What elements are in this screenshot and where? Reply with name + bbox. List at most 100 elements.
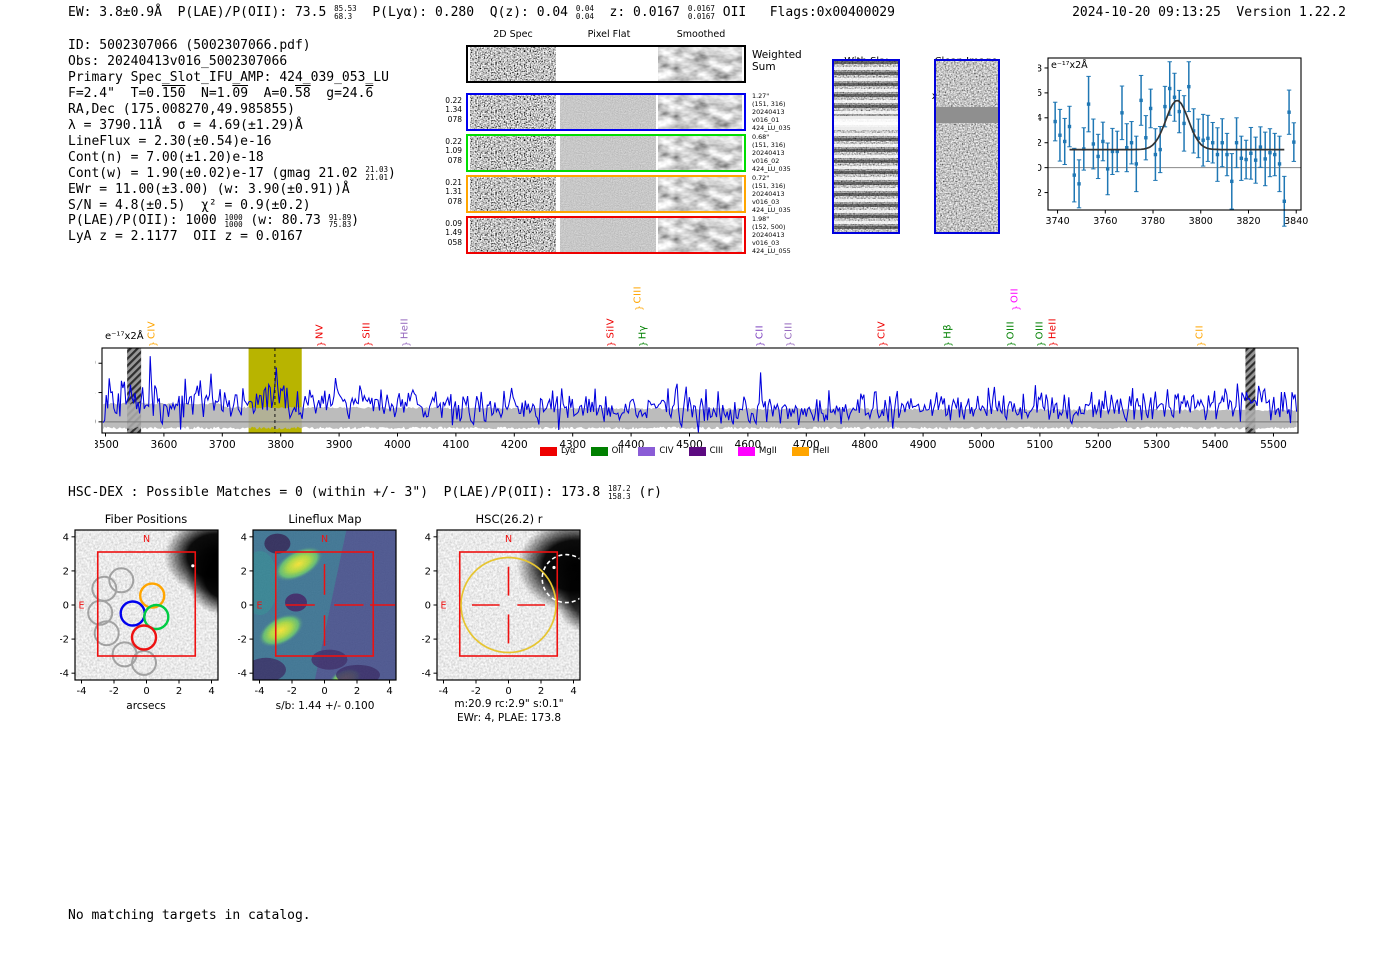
weighted-sum-label: Weighted Sum xyxy=(752,49,802,73)
text-segment: ) xyxy=(351,213,360,229)
data-point xyxy=(1096,154,1100,159)
text-segment: (r) xyxy=(630,485,662,500)
spec2d-row-right-labels: 1.98" (152, 500) 20240413 v016_03 424_LU_055 xyxy=(752,215,791,255)
cutout-smoothed-image xyxy=(658,218,742,252)
info-line: ID: 5002307066 (5002307066.pdf) xyxy=(68,38,396,54)
data-point xyxy=(1215,152,1220,157)
sky-bright-band xyxy=(834,116,898,130)
clean-masked-band xyxy=(936,107,998,123)
stacked-fraction: 85.53 68.3 xyxy=(334,4,357,21)
tick-label: 4000 xyxy=(384,439,411,451)
tick-label: 2 xyxy=(354,686,360,697)
plot-y-units: e⁻¹⁷x2Å xyxy=(1051,59,1088,71)
tick-label: 0 xyxy=(1038,163,1042,174)
data-point xyxy=(1187,84,1191,89)
tick-label: -2 xyxy=(238,635,247,646)
spec2d-row xyxy=(466,175,746,213)
tick-label: -4 xyxy=(238,669,247,680)
cutout-2dspec-image xyxy=(470,136,556,170)
tick-label: 2 xyxy=(241,566,247,577)
white-dot xyxy=(191,564,195,568)
spec2d-right-labels: 1.27" (151, 316) 20240413 v016_01 424_LU_035… xyxy=(752,92,798,263)
lineflux-map-title: Lineflux Map xyxy=(288,512,362,526)
tick-label: -2 xyxy=(60,635,69,646)
tick-label: 8 xyxy=(1038,63,1042,74)
legend-item: CIV xyxy=(638,446,674,456)
tick-label: 4 xyxy=(425,532,431,543)
text-segment: Cont(w) = 1.90(±0.02)e-17 (gmag 21.02 xyxy=(68,165,366,181)
fiber-xlabel: arcsecs xyxy=(126,700,166,712)
info-line: EWr = 11.00(±3.00) (w: 3.90(±0.91))Å xyxy=(68,182,396,198)
tick-label: 3700 xyxy=(209,439,236,451)
data-point xyxy=(1172,95,1177,99)
data-point xyxy=(1153,152,1158,157)
stacked-fraction: 1000 1000 xyxy=(224,212,243,230)
tick-label: 5300 xyxy=(1143,439,1170,451)
tick-label: 2 xyxy=(1038,138,1042,149)
stacked-fraction: 187.2 158.3 xyxy=(608,484,631,501)
data-point xyxy=(1168,86,1172,91)
stacked-fraction: 91.89 75.83 xyxy=(328,212,352,230)
report-header: EW: 3.8±0.9Å P(LAE)/P(OII): 73.5 85.53 68… xyxy=(68,5,895,21)
info-line: LineFlux = 2.30(±0.54)e-16 xyxy=(68,134,396,150)
data-point xyxy=(1287,110,1291,114)
info-block: ID: 5002307066 (5002307066.pdf) Obs: 2024… xyxy=(68,38,396,245)
hsc-image-title: HSC(26.2) r xyxy=(475,512,543,526)
legend-item: Lyα xyxy=(540,446,576,456)
info-line: P(LAE)/P(OII): 1000 1000 1000 (w: 80.73 9… xyxy=(68,213,396,229)
clean-image-panel xyxy=(934,59,1000,234)
north-label: N xyxy=(143,534,150,545)
tick-label: 2 xyxy=(176,686,182,697)
stacked-fraction: 21.03 21.01 xyxy=(365,165,388,182)
data-point xyxy=(1120,111,1124,115)
text-segment: A=0. xyxy=(248,85,295,101)
data-point xyxy=(1210,141,1215,145)
spec2d-row-right-labels: 0.72" (151, 316) 20240413 v016_03 424_LU_035 xyxy=(752,174,791,214)
tick-label: -2 xyxy=(422,635,431,646)
text-segment: P(LAE)/P(OII): 1000 xyxy=(68,213,225,229)
tick-label: 3800 xyxy=(1189,216,1213,227)
east-label: E xyxy=(257,601,263,612)
text-segment: HSC-DEX : Possible Matches = 0 (within +… xyxy=(68,485,609,500)
info-line: λ = 3790.11Å σ = 4.69(±1.29)Å xyxy=(68,118,396,134)
data-point xyxy=(1220,141,1224,145)
spec2d-row-right-labels: 0.68" (151, 316) 20240413 v016_02 424_LU_035 xyxy=(752,133,791,173)
footer-note: No matching targets in catalog. Row inte… xyxy=(68,907,311,923)
cutout-smoothed-image xyxy=(658,136,742,170)
tick-label: -2 xyxy=(471,686,481,697)
data-point xyxy=(1273,152,1277,157)
data-point xyxy=(1077,182,1081,186)
tick-label: 3740 xyxy=(1045,216,1069,227)
cutout-pixelflat-image xyxy=(560,136,656,170)
tick-label: 3760 xyxy=(1093,216,1117,227)
tick-label: -2 xyxy=(109,686,119,697)
tick-label: 2 xyxy=(425,566,431,577)
tick-label: 4 xyxy=(386,686,392,697)
spec2d-left-labels: 0.22 1.34 078 0.22 1.09 078 0.21 1.31 078 0.09 1.4… xyxy=(434,93,462,258)
text-segment: S/N = 4.8(±0.5) χ² = 0.9(±0.2) xyxy=(68,197,311,213)
legend-item: HeII xyxy=(791,446,829,456)
report-page: EW: 3.8±0.9Å P(LAE)/P(OII): 73.5 85.53 68… xyxy=(0,0,1400,953)
tick-label: 5 xyxy=(95,387,96,399)
weighted-2dspec-image xyxy=(470,47,556,81)
overline-segment: 150 xyxy=(161,85,186,101)
legend-swatch xyxy=(688,446,706,456)
hsc-image-panel: N E -4 -2 0 2 4 4 2 0 -2 -4 xyxy=(422,529,581,697)
cutout-smoothed-image xyxy=(658,95,742,129)
data-point xyxy=(1101,139,1105,144)
text-segment: P(Lyα): 0.280 Q(z): 0.04 xyxy=(356,5,576,20)
data-point xyxy=(1268,150,1272,155)
tick-label: -4 xyxy=(60,669,69,680)
with-sky-panel xyxy=(832,59,900,234)
cutout-smoothed-image xyxy=(658,177,742,211)
hsc-dex-line: HSC-DEX : Possible Matches = 0 (within +… xyxy=(68,485,662,501)
cutout-pixelflat-image xyxy=(560,95,656,129)
text-segment: z: 0.0167 xyxy=(593,5,688,20)
tick-label: 3840 xyxy=(1284,216,1308,227)
data-point xyxy=(1277,162,1282,166)
tick-label: 4100 xyxy=(443,439,470,451)
legend-swatch xyxy=(638,446,656,456)
data-point xyxy=(1253,158,1258,162)
cutout-pixelflat-image xyxy=(560,177,656,211)
info-line: Cont(n) = 7.00(±1.20)e-18 xyxy=(68,150,396,166)
